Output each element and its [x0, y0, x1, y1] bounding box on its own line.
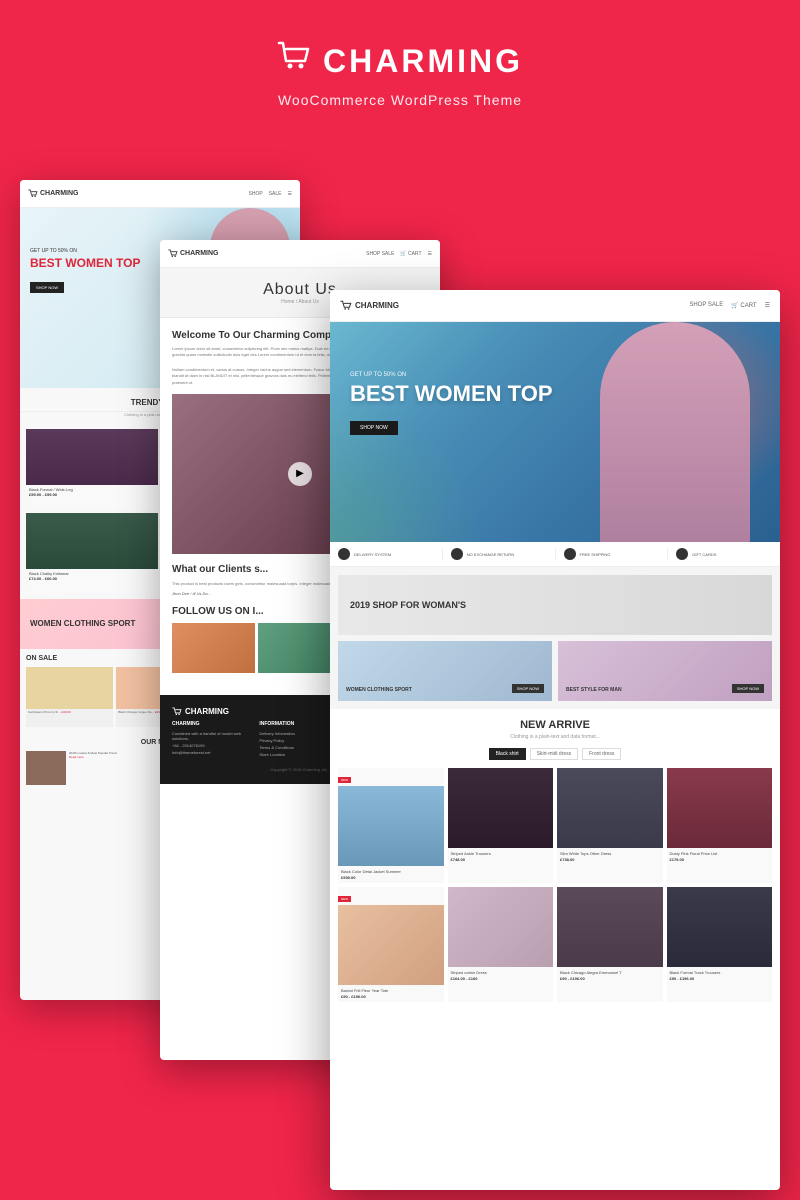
right-hero-cta[interactable]: SHOP NOW [350, 421, 398, 435]
brand-name: CHARMING [323, 43, 523, 80]
list-item: 2019's Latest & Most Popular TrendRead m… [26, 751, 158, 785]
product-info: Black Formal / Wide-Leg £59.00 - £99.00 [26, 485, 158, 499]
product-info: Black Formal Track Trousers £90 - £196.0… [667, 967, 773, 984]
mid-nav-links: SHOP SALE 🛒 CART ☰ [366, 251, 432, 257]
list-item: Black Formal / Wide-Leg £59.00 - £99.00 [26, 429, 158, 509]
truck-icon [338, 548, 350, 560]
right-features-bar: DELIVERY SYSTEM NO EXCHANGE RETURN FREE … [330, 542, 780, 567]
product-info: Bardot Frill Fleur Year Tote £90 - £196.… [338, 985, 444, 1002]
product-image [448, 887, 554, 967]
product-image [667, 887, 773, 967]
product-image [26, 513, 158, 569]
footer-col-2: INFORMATION Delivery Information Privacy… [259, 721, 340, 759]
news-image [26, 751, 66, 785]
screenshot-right: CHARMING SHOP SALE 🛒 CART ☰ GET UP TO 50… [330, 290, 780, 1190]
tab-front-dress[interactable]: Front dress [582, 748, 621, 760]
table-row: Black Formal Track Trousers £90 - £196.0… [667, 887, 773, 1002]
product-info: Black Chicago Alegra Emmanuel T £90 - £1… [557, 967, 663, 984]
table-row: Slim White Tops Other Dress £738.00 [557, 768, 663, 883]
left-hero-title: BEST WOMEN TOP [30, 257, 140, 270]
feature-delivery: DELIVERY SYSTEM [330, 548, 443, 560]
left-hero-cta[interactable]: SHOP NOW [30, 282, 64, 293]
right-tabs: Black shirt Skirt-midi dress Front dress [338, 748, 772, 760]
right-hero-title: BEST WOMEN TOP [350, 382, 553, 406]
product-image [338, 905, 444, 985]
right-banner-main-text: 2019 SHOP FOR WOMAN'S [350, 600, 466, 610]
right-nav-links: SHOP SALE 🛒 CART ☰ [689, 302, 770, 309]
right-banner-row: WOMEN CLOTHING SPORT SHOP NOW BEST STYLE… [338, 641, 772, 701]
product-info: Striped cotton Dress £164.00 - £166 [448, 967, 554, 984]
right-logo: CHARMING [340, 300, 399, 311]
left-logo: CHARMING [28, 189, 79, 198]
mid-nav: CHARMING SHOP SALE 🛒 CART ☰ [160, 240, 440, 268]
right-new-arrivals: NEW ARRIVE Clothing is a plain-text and … [330, 709, 780, 1012]
footer-col-1: CHARMING Combined with a handful of mode… [172, 721, 253, 759]
left-nav-links: SHOP SALE ☰ [249, 191, 292, 197]
left-hero-subtitle: GET UP TO 50% ON [30, 248, 140, 254]
list-item: Black Chalky Knitwear £74.00 - £66.00 [26, 513, 158, 593]
feature-gift: GIFT CARDS [668, 548, 780, 560]
shipping-icon [564, 548, 576, 560]
right-hero-text: GET UP TO 50% ON BEST WOMEN TOP SHOP NOW [350, 372, 553, 435]
table-row: Striped Ankle Trousers £748.00 [448, 768, 554, 883]
mid-breadcrumb: Home / About Us [281, 299, 319, 305]
right-section-title: NEW ARRIVE [338, 719, 772, 731]
product-image [448, 768, 554, 848]
right-hero-model [600, 322, 750, 542]
banner-shop-btn[interactable]: SHOP NOW [512, 684, 544, 693]
tab-skirt-midi[interactable]: Skirt-midi dress [530, 748, 578, 760]
right-banner-main: 2019 SHOP FOR WOMAN'S [338, 575, 772, 635]
left-nav: CHARMING SHOP SALE ☰ [20, 180, 300, 208]
product-image [557, 887, 663, 967]
logo-container: CHARMING [20, 40, 780, 82]
product-badge: NEW [338, 896, 351, 902]
right-banner-item-2: BEST STYLE FOR MAN SHOP NOW [558, 641, 772, 701]
left-hero-text: GET UP TO 50% ON BEST WOMEN TOP SHOP NOW [30, 248, 140, 294]
mid-play-button[interactable]: ▶ [288, 462, 312, 486]
right-nav: CHARMING SHOP SALE 🛒 CART ☰ [330, 290, 780, 322]
mid-page-title: About Us [263, 281, 337, 299]
feature-exchange: NO EXCHANGE RETURN [443, 548, 556, 560]
product-image [26, 429, 158, 485]
mid-logo: CHARMING [168, 249, 219, 258]
product-image [338, 786, 444, 866]
product-info: Black Color Detal Jacket Summer £939.00 [338, 866, 444, 883]
right-hero: GET UP TO 50% ON BEST WOMEN TOP SHOP NOW [330, 322, 780, 542]
product-image [557, 768, 663, 848]
news-text: 2019's Latest & Most Popular TrendRead m… [69, 751, 117, 785]
right-products-grid: NEW Black Color Detal Jacket Summer £939… [338, 768, 772, 1002]
cart-icon [277, 40, 313, 82]
product-image [667, 768, 773, 848]
table-row: Black Chicago Alegra Emmanuel T £90 - £1… [557, 887, 663, 1002]
banner-shop-btn-2[interactable]: SHOP NOW [732, 684, 764, 693]
product-info: Slim White Tops Other Dress £738.00 [557, 848, 663, 865]
right-banner-item-1: WOMEN CLOTHING SPORT SHOP NOW [338, 641, 552, 701]
list-item: Sunflowers Prize for th... £49.00 [26, 667, 113, 727]
brand-tagline: WooCommerce WordPress Theme [20, 92, 780, 108]
social-image-1 [172, 623, 255, 673]
table-row: NEW Black Color Detal Jacket Summer £939… [338, 768, 444, 883]
screenshots-area: CHARMING SHOP SALE ☰ GET UP TO 50% ON BE… [0, 180, 800, 1200]
product-info: Dusty Pink Floral Price List £179.00 [667, 848, 773, 865]
product-info: Striped Ankle Trousers £748.00 [448, 848, 554, 865]
header: CHARMING WooCommerce WordPress Theme [0, 0, 800, 128]
table-row: Striped cotton Dress £164.00 - £166 [448, 887, 554, 1002]
right-banner-section: 2019 SHOP FOR WOMAN'S WOMEN CLOTHING SPO… [330, 567, 780, 709]
product-info: Black Chalky Knitwear £74.00 - £66.00 [26, 569, 158, 583]
gift-icon [676, 548, 688, 560]
sale-image [26, 667, 113, 709]
table-row: NEW Bardot Frill Fleur Year Tote £90 - £… [338, 887, 444, 1002]
left-banner-text: WOMEN CLOTHING SPORT [30, 619, 135, 629]
right-section-sub: Clothing is a plain-text and data format… [338, 734, 772, 740]
right-hero-subtitle: GET UP TO 50% ON [350, 372, 553, 378]
tab-black-shirt[interactable]: Black shirt [489, 748, 526, 760]
table-row: Dusty Pink Floral Price List £179.00 [667, 768, 773, 883]
feature-shipping: FREE SHIPPING [556, 548, 669, 560]
exchange-icon [451, 548, 463, 560]
left-sale-title: ON SALE [26, 655, 57, 662]
product-badge: NEW [338, 777, 351, 783]
